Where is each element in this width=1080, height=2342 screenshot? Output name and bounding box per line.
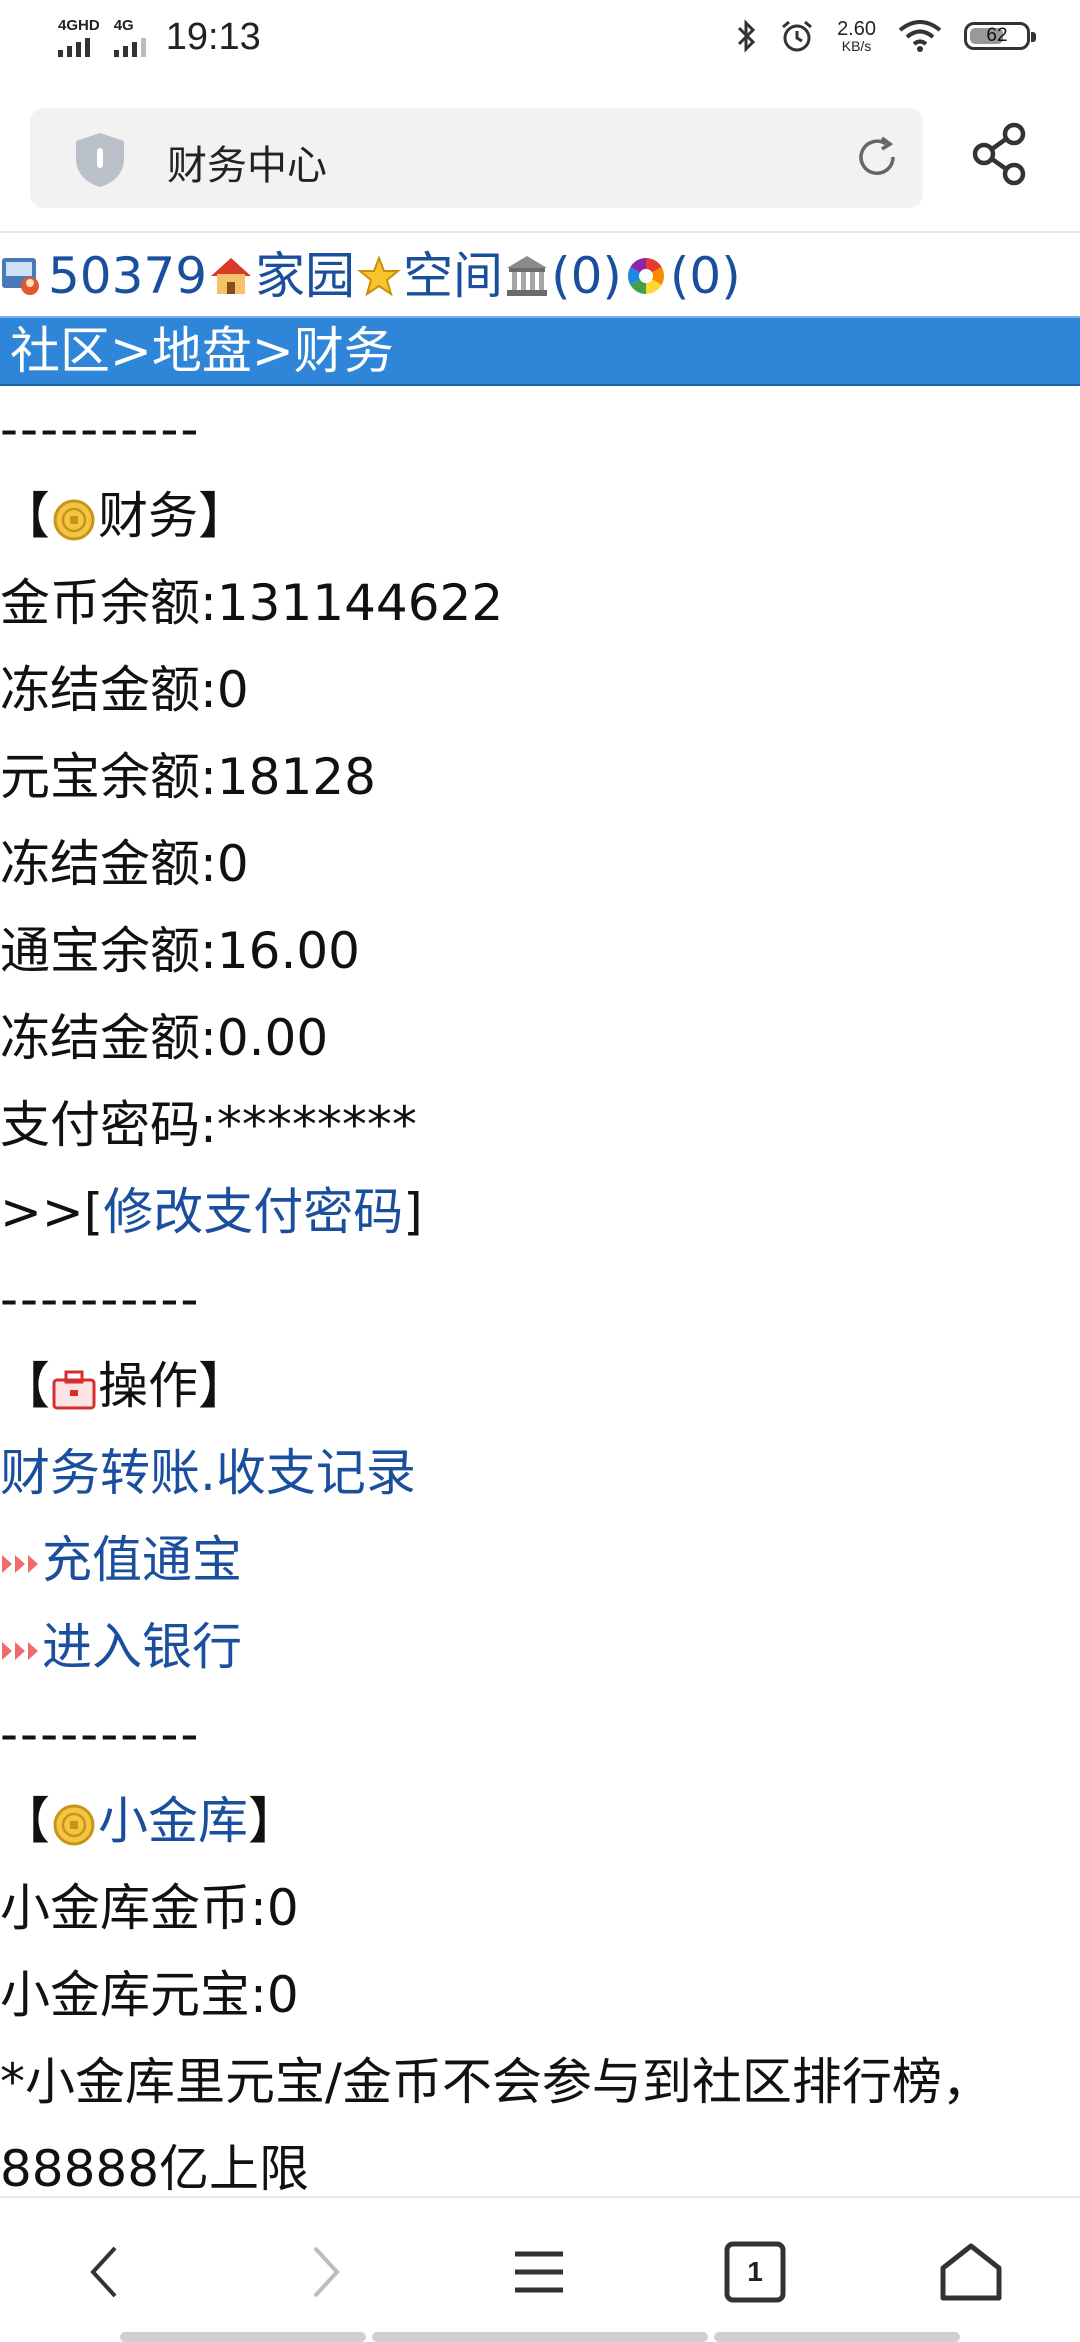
status-time: 19:13	[165, 16, 261, 58]
user-card-icon	[2, 258, 39, 295]
alarm-icon	[782, 20, 813, 52]
signal-bars-icon	[113, 35, 146, 57]
home-icon	[211, 258, 252, 294]
battery-percent: 62	[986, 25, 1008, 46]
tongbao-balance: 通宝余额:16.00	[0, 922, 360, 980]
status-bar: 4GHD 4G 19:13 2.60 KB/s 62	[0, 0, 1080, 84]
recharge-tongbao-link[interactable]: 充值通宝	[42, 1531, 242, 1589]
page-title[interactable]: 财务中心	[167, 133, 327, 191]
bank-count-link[interactable]: (0)	[551, 236, 622, 316]
operations-links: 财务转账.收支记录	[0, 1430, 1080, 1517]
menu-button[interactable]	[499, 2232, 579, 2312]
page-content: 50379 家园 空间 (0) (0) 社区>地盘>财务 ---------- …	[0, 236, 1080, 2213]
star-icon	[357, 255, 401, 297]
network-speed: 2.60 KB/s	[837, 19, 876, 53]
message-count-link[interactable]: (0)	[670, 236, 741, 316]
change-pay-password-link[interactable]: 修改支付密码	[103, 1183, 403, 1241]
forward-button[interactable]	[285, 2232, 365, 2312]
change-suffix: ]	[403, 1183, 423, 1241]
status-left: 4GHD 4G 19:13	[58, 16, 261, 59]
vault-note: *小金库里元宝/金币不会参与到社区排行榜，88888亿上限	[0, 2053, 992, 2198]
bracket-close: 】	[248, 1792, 298, 1850]
yuanbao-frozen: 冻结金额:0	[0, 835, 249, 893]
transfer-link[interactable]: 财务转账	[0, 1444, 200, 1502]
back-button[interactable]	[65, 2232, 145, 2312]
forward-arrow-icon	[313, 2246, 340, 2298]
divider: ----------	[0, 1270, 201, 1328]
operations-title: 操作	[98, 1357, 198, 1415]
gold-coin-icon	[53, 499, 95, 540]
signal-sim2: 4G	[113, 17, 146, 57]
top-links: 50379 家园 空间 (0) (0)	[0, 236, 1080, 316]
bluetooth-icon	[738, 19, 756, 53]
user-id-link[interactable]: 50379	[48, 236, 207, 316]
triple-arrow-icon	[2, 1554, 38, 1573]
bracket-close: 】	[198, 1357, 248, 1415]
space-link[interactable]: 空间	[403, 236, 503, 316]
change-password-row: >>[修改支付密码]	[0, 1169, 1080, 1256]
bracket-close: 】	[198, 487, 248, 545]
divider: ----------	[0, 1705, 201, 1763]
divider: ----------	[0, 400, 201, 458]
battery-icon: 62	[964, 22, 1036, 50]
link-separator: .	[200, 1444, 216, 1502]
share-icon[interactable]	[970, 122, 1030, 186]
signal-sim1: 4GHD	[58, 18, 100, 57]
pay-password: 支付密码:********	[0, 1096, 417, 1154]
change-prefix: >>[	[0, 1183, 104, 1241]
bottom-nav: 1	[0, 2196, 1080, 2342]
gold-frozen: 冻结金额:0	[0, 661, 249, 719]
network-type-label: 4G	[113, 17, 134, 34]
scroll-indicator	[120, 2332, 366, 2342]
scroll-indicator	[372, 2332, 708, 2342]
vault-section-title: 【小金库】	[0, 1778, 1080, 1865]
finance-title: 财务	[98, 487, 198, 545]
wifi-icon	[898, 20, 942, 52]
color-wheel-icon	[627, 258, 664, 294]
speed-value: 2.60	[837, 18, 876, 40]
vault-link[interactable]: 小金库	[98, 1792, 248, 1850]
recharge-row: 充值通宝	[0, 1517, 1080, 1604]
network-type-label: 4GHD	[58, 17, 100, 34]
bracket-open: 【	[0, 487, 50, 545]
operations-section-title: 【操作】	[0, 1343, 1080, 1430]
back-arrow-icon	[90, 2246, 117, 2298]
breadcrumb: 社区>地盘>财务	[0, 316, 1080, 386]
bracket-open: 【	[0, 1792, 50, 1850]
finance-section-title: 【财务】	[0, 473, 1080, 560]
vault-yuanbao: 小金库元宝:0	[0, 1966, 299, 2024]
bracket-open: 【	[0, 1357, 50, 1415]
home-outline-icon	[940, 2243, 1002, 2301]
tongbao-frozen: 冻结金额:0.00	[0, 1009, 329, 1067]
bank-row: 进入银行	[0, 1604, 1080, 1691]
speed-unit: KB/s	[841, 38, 872, 54]
divider	[0, 231, 1080, 233]
vault-gold: 小金库金币:0	[0, 1879, 299, 1937]
tab-count: 1	[747, 2256, 763, 2287]
enter-bank-link[interactable]: 进入银行	[42, 1618, 242, 1676]
records-link[interactable]: 收支记录	[216, 1444, 416, 1502]
home-button[interactable]	[931, 2232, 1011, 2312]
toolbox-icon	[52, 1370, 96, 1409]
shield-icon[interactable]	[72, 130, 128, 190]
bank-icon	[507, 256, 548, 296]
tabs-button[interactable]: 1	[715, 2232, 795, 2312]
gold-coin-icon	[53, 1804, 95, 1845]
menu-icon	[515, 2251, 563, 2293]
home-link[interactable]: 家园	[255, 236, 355, 316]
status-right: 2.60 KB/s 62	[735, 18, 1036, 54]
reload-icon[interactable]	[852, 132, 902, 182]
gold-balance: 金币余额:131144622	[0, 574, 504, 632]
yuanbao-balance: 元宝余额:18128	[0, 748, 376, 806]
address-bar[interactable]: 财务中心	[30, 108, 923, 208]
triple-arrow-icon	[2, 1641, 38, 1660]
signal-bars-icon	[58, 35, 90, 57]
scroll-indicator	[714, 2332, 960, 2342]
